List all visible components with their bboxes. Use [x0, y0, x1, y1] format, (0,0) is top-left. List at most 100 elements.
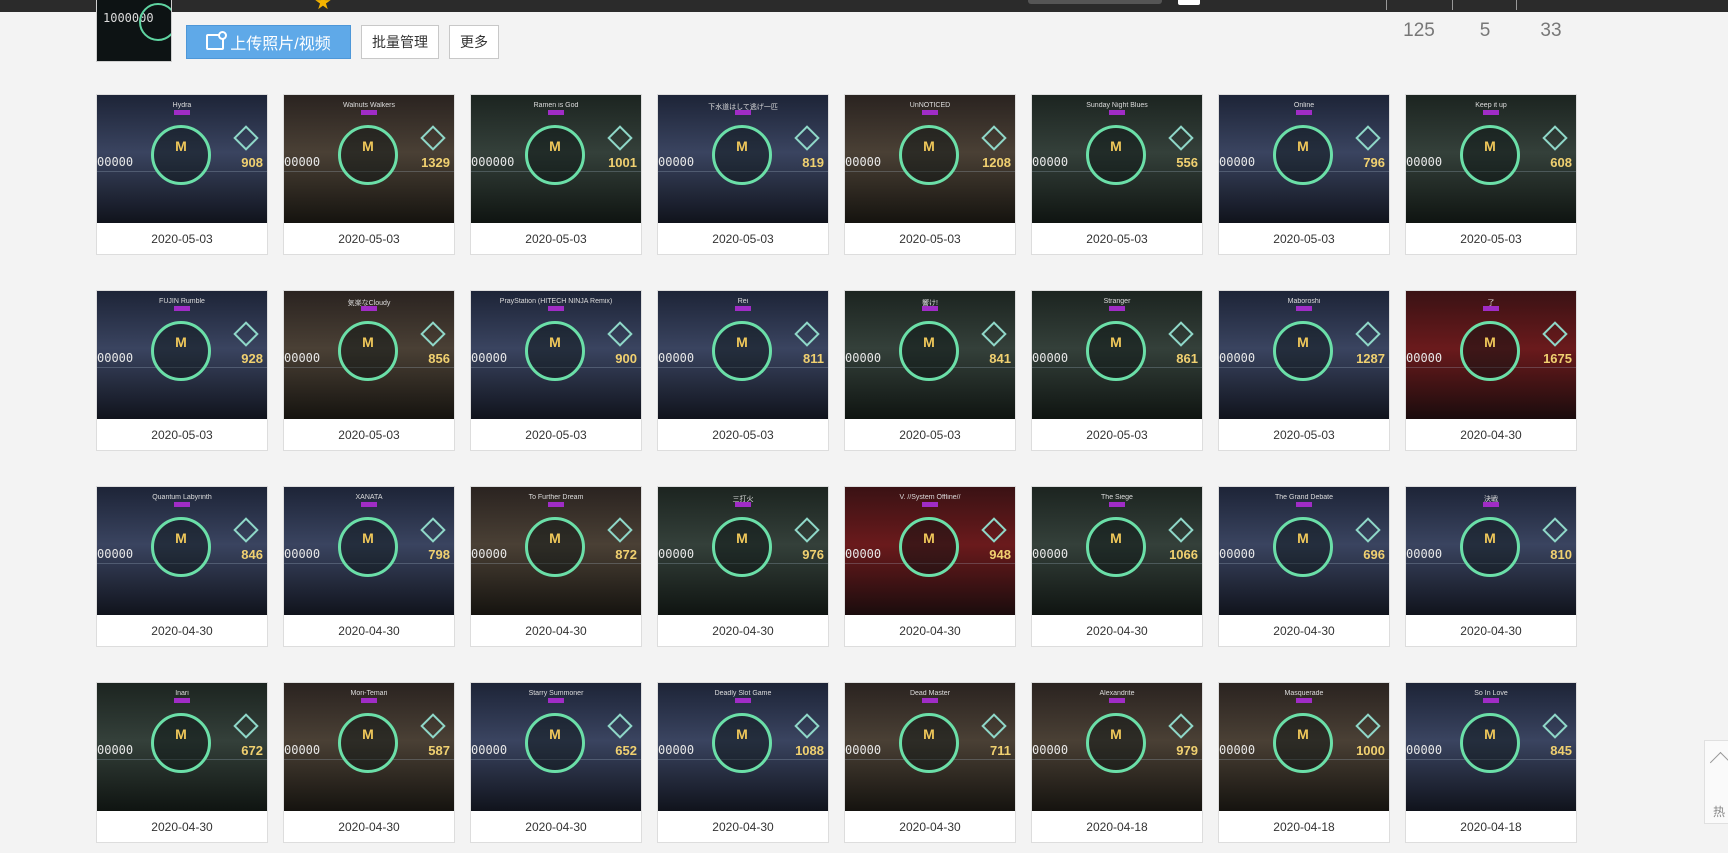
result-screenshot[interactable]: UnNOTICED 00000 M 1208 [845, 95, 1015, 223]
photo-card[interactable]: Rei 00000 M 811 2020-05-03 [657, 290, 829, 451]
top-navbar [0, 0, 1728, 12]
best-score-value: 00000 [1219, 547, 1256, 561]
photo-card[interactable]: Sunday Night Blues 00000 M 556 2020-05-03 [1031, 94, 1203, 255]
combo-value: 587 [428, 743, 450, 758]
photo-card[interactable]: The Grand Debate 00000 M 696 2020-04-30 [1218, 486, 1390, 647]
result-screenshot[interactable]: The Siege 00000 M 1066 [1032, 487, 1202, 615]
result-screenshot[interactable]: Dead Master 00000 M 711 [845, 683, 1015, 811]
result-screenshot[interactable]: Quantum Labyrinth 00000 M 846 [97, 487, 267, 615]
photo-card[interactable]: Stranger 00000 M 861 2020-05-03 [1031, 290, 1203, 451]
result-screenshot[interactable]: Alexandrite 00000 M 979 [1032, 683, 1202, 811]
photo-card[interactable]: Online 00000 M 796 2020-05-03 [1218, 94, 1390, 255]
result-screenshot[interactable]: Deadly Slot Game 00000 M 1088 [658, 683, 828, 811]
photo-card[interactable]: To Further Dream 00000 M 872 2020-04-30 [470, 486, 642, 647]
difficulty-badge [1109, 306, 1125, 311]
photo-card[interactable]: The Siege 00000 M 1066 2020-04-30 [1031, 486, 1203, 647]
photo-card[interactable]: 三打火 00000 M 976 2020-04-30 [657, 486, 829, 647]
rank-m-icon: M [736, 138, 748, 154]
photo-card[interactable]: Inari 00000 M 672 2020-04-30 [96, 682, 268, 843]
stat-divider [1452, 0, 1453, 10]
batch-manage-button[interactable]: 批量管理 [361, 25, 439, 59]
photo-card[interactable]: Dead Master 00000 M 711 2020-04-30 [844, 682, 1016, 843]
upload-button[interactable]: 上传照片/视频 [186, 25, 351, 59]
result-screenshot[interactable]: PrayStation (HITECH NINJA Remix) 00000 M 90… [471, 291, 641, 419]
result-screenshot[interactable]: Sunday Night Blues 00000 M 556 [1032, 95, 1202, 223]
result-screenshot[interactable]: Stranger 00000 M 861 [1032, 291, 1202, 419]
result-screenshot[interactable]: 響け! 00000 M 841 [845, 291, 1015, 419]
difficulty-badge [1296, 110, 1312, 115]
difficulty-badge [922, 306, 938, 311]
result-screenshot[interactable]: V. //System Offline// 00000 M 948 [845, 487, 1015, 615]
full-combo-icon [794, 321, 820, 347]
combo-value: 1088 [795, 743, 824, 758]
photo-card[interactable]: 下水道はして逃げ一匹 00000 M 819 2020-05-03 [657, 94, 829, 255]
photo-card[interactable]: Alexandrite 00000 M 979 2020-04-18 [1031, 682, 1203, 843]
photo-card[interactable]: V. //System Offline// 00000 M 948 2020-04-30 [844, 486, 1016, 647]
result-screenshot[interactable]: Inari 00000 M 672 [97, 683, 267, 811]
photo-card[interactable]: Maboroshi 00000 M 1287 2020-05-03 [1218, 290, 1390, 451]
rank-ring: M [338, 321, 398, 381]
photo-card[interactable]: Walnuts Walkers 00000 M 1329 2020-05-03 [283, 94, 455, 255]
more-button[interactable]: 更多 [449, 25, 499, 59]
result-screenshot[interactable]: 気楽なCloudy 00000 M 856 [284, 291, 454, 419]
result-screenshot[interactable]: Masquerade 00000 M 1000 [1219, 683, 1389, 811]
result-screenshot[interactable]: Keep it up 00000 M 608 [1406, 95, 1576, 223]
difficulty-badge [1296, 306, 1312, 311]
photo-card[interactable]: 気楽なCloudy 00000 M 856 2020-05-03 [283, 290, 455, 451]
photo-card[interactable]: UnNOTICED 00000 M 1208 2020-05-03 [844, 94, 1016, 255]
back-to-top-widget[interactable]: 热 [1704, 740, 1728, 824]
photo-card[interactable]: Hydra 00000 M 908 2020-05-03 [96, 94, 268, 255]
result-screenshot[interactable]: Rei 00000 M 811 [658, 291, 828, 419]
result-screenshot[interactable]: XANATA 00000 M 798 [284, 487, 454, 615]
result-screenshot[interactable]: Starry Summoner 00000 M 652 [471, 683, 641, 811]
difficulty-badge [922, 502, 938, 507]
photo-card[interactable]: Keep it up 00000 M 608 2020-05-03 [1405, 94, 1577, 255]
photo-card[interactable]: Ramen is God 000000 M 1001 2020-05-03 [470, 94, 642, 255]
search-button[interactable] [1178, 0, 1200, 5]
result-screenshot[interactable]: 三打火 00000 M 976 [658, 487, 828, 615]
photo-card[interactable]: Quantum Labyrinth 00000 M 846 2020-04-30 [96, 486, 268, 647]
result-screenshot[interactable]: The Grand Debate 00000 M 696 [1219, 487, 1389, 615]
result-screenshot[interactable]: Ramen is God 000000 M 1001 [471, 95, 641, 223]
search-box[interactable] [1028, 0, 1162, 4]
result-screenshot[interactable]: Mori-Temari 00000 M 587 [284, 683, 454, 811]
photo-card[interactable]: Deadly Slot Game 00000 M 1088 2020-04-30 [657, 682, 829, 843]
result-screenshot[interactable]: Hydra 00000 M 908 [97, 95, 267, 223]
photo-card[interactable]: PrayStation (HITECH NINJA Remix) 00000 M 90… [470, 290, 642, 451]
photo-card[interactable]: 響け! 00000 M 841 2020-05-03 [844, 290, 1016, 451]
album-cover[interactable]: 1000000 [96, 0, 172, 62]
full-combo-icon [1168, 713, 1194, 739]
photo-card[interactable]: XANATA 00000 M 798 2020-04-30 [283, 486, 455, 647]
result-screenshot[interactable]: FUJIN Rumble 00000 M 928 [97, 291, 267, 419]
photo-card[interactable]: 了 00000 M 1675 2020-04-30 [1405, 290, 1577, 451]
best-score-value: 00000 [284, 155, 321, 169]
photo-card[interactable]: FUJIN Rumble 00000 M 928 2020-05-03 [96, 290, 268, 451]
result-screenshot[interactable]: Maboroshi 00000 M 1287 [1219, 291, 1389, 419]
difficulty-badge [361, 306, 377, 311]
photo-card[interactable]: Mori-Temari 00000 M 587 2020-04-30 [283, 682, 455, 843]
rank-ring: M [1273, 517, 1333, 577]
photo-card[interactable]: Starry Summoner 00000 M 652 2020-04-30 [470, 682, 642, 843]
full-combo-icon [981, 321, 1007, 347]
rank-ring: M [525, 713, 585, 773]
result-screenshot[interactable]: 決戦 00000 M 810 [1406, 487, 1576, 615]
song-title: Mori-Temari [350, 690, 388, 697]
rank-m-icon: M [923, 726, 935, 742]
combo-value: 1675 [1543, 351, 1572, 366]
best-score-value: 00000 [1032, 351, 1069, 365]
result-screenshot[interactable]: So In Love 00000 M 845 [1406, 683, 1576, 811]
photo-card[interactable]: So In Love 00000 M 845 2020-04-18 [1405, 682, 1577, 843]
result-screenshot[interactable]: To Further Dream 00000 M 872 [471, 487, 641, 615]
combo-value: 856 [428, 351, 450, 366]
result-screenshot[interactable]: 了 00000 M 1675 [1406, 291, 1576, 419]
rank-m-icon: M [1297, 726, 1309, 742]
song-title: Rei [737, 298, 749, 305]
photo-card[interactable]: 決戦 00000 M 810 2020-04-30 [1405, 486, 1577, 647]
combo-value: 652 [615, 743, 637, 758]
result-screenshot[interactable]: Online 00000 M 796 [1219, 95, 1389, 223]
combo-value: 672 [241, 743, 263, 758]
result-screenshot[interactable]: 下水道はして逃げ一匹 00000 M 819 [658, 95, 828, 223]
result-screenshot[interactable]: Walnuts Walkers 00000 M 1329 [284, 95, 454, 223]
rank-ring: M [712, 713, 772, 773]
photo-card[interactable]: Masquerade 00000 M 1000 2020-04-18 [1218, 682, 1390, 843]
